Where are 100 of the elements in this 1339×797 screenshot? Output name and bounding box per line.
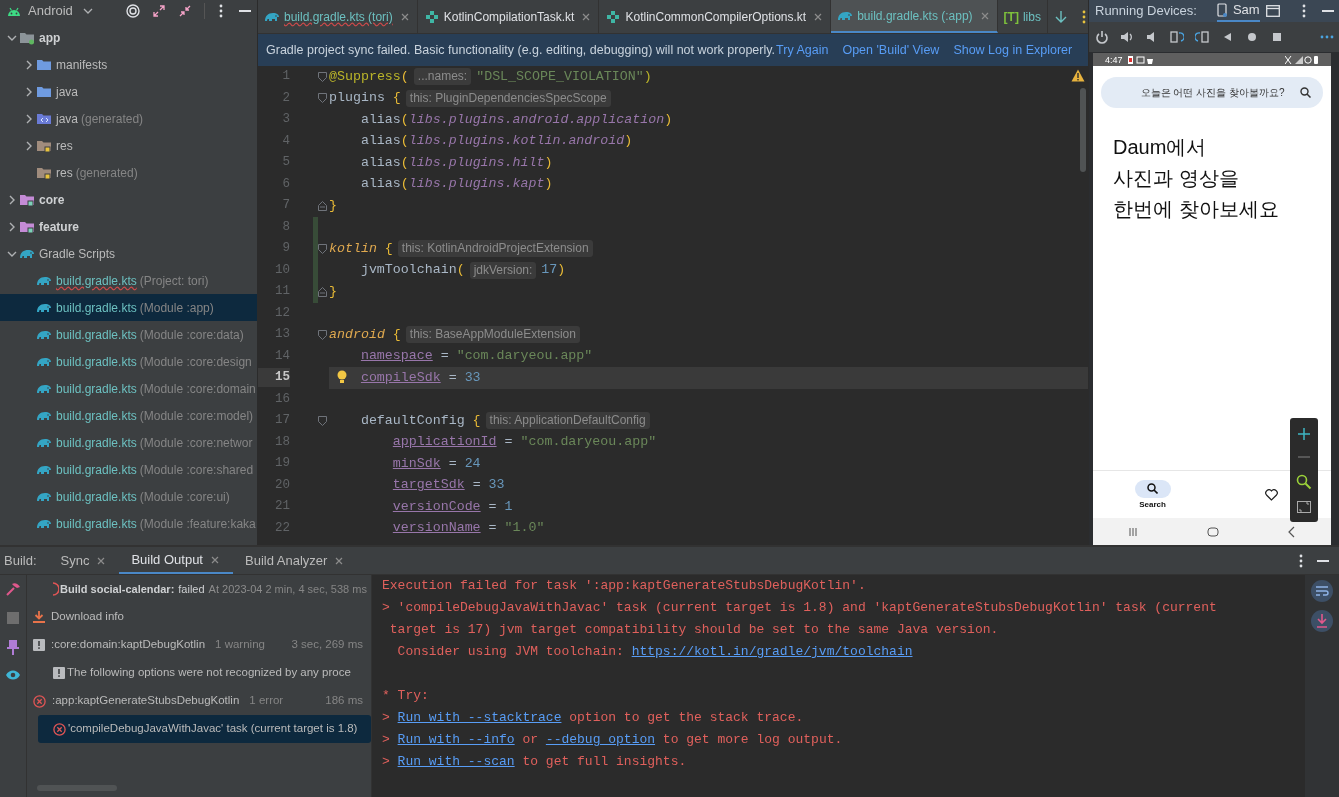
console-link[interactable]: Run with --stacktrace (397, 707, 562, 729)
tree-item[interactable]: build.gradle.kts (Module :core:design (0, 348, 257, 375)
console-text: or (522, 731, 539, 749)
console-text: > 'compileDebugJavaWithJavac' task (current target is 1.8) and 'kaptGenerateStubsDebugKotlin' task (current (382, 599, 1217, 617)
nav-item[interactable]: Search (1093, 479, 1212, 510)
code-line: alias(libs.plugins.hilt) (359, 153, 554, 172)
console-text: to get more log output. (662, 731, 843, 749)
code-line: applicationId = "com.daryeou.app" (391, 433, 658, 452)
item-label: The following options were not recognized by any proce (67, 665, 351, 681)
line-number: 11 (274, 283, 290, 301)
code-line: minSdk = 24 (391, 454, 482, 473)
console-text: Execution failed for task ':app:kaptGenerateStubsDebugKotlin'. (382, 577, 866, 595)
line-number: 6 (281, 175, 290, 193)
line-number: 8 (281, 218, 290, 236)
banner-link[interactable]: Open 'Build' View (842, 40, 940, 60)
line-number: 3 (281, 111, 290, 129)
tree-item[interactable]: build.gradle.kts (Module :core:model) (0, 402, 257, 429)
item-label: build.gradle.kts (56, 434, 137, 452)
code-line: plugins { this: PluginDependenciesSpecScope (329, 87, 1088, 109)
tree-item[interactable]: build.gradle.kts (Module :app) (0, 294, 257, 321)
line-number: 16 (274, 390, 290, 408)
console-text: to get full insights. (522, 753, 687, 771)
line-number: 4 (281, 132, 290, 150)
build-status: failed (178, 581, 205, 597)
tool-tab[interactable]: Build Analyzer (233, 547, 358, 574)
duration: 3 sec, 269 ms (290, 637, 363, 653)
editor-tab[interactable]: build.gradle.kts (:app) (831, 0, 998, 33)
headline-text: Daum에서 (1113, 135, 1208, 160)
build-tree-item[interactable]: 'compileDebugJavaWithJavac' task (current target is 1.8) (38, 715, 371, 743)
line-number: 19 (274, 455, 290, 473)
build-tree-item[interactable]: The following options were not recognized by any proce (27, 659, 371, 687)
item-label: :core:domain:kaptDebugKotlin (51, 637, 206, 653)
tree-item[interactable]: res (0, 132, 257, 159)
tree-item[interactable]: build.gradle.kts (Module :core:data) (0, 321, 257, 348)
tree-item[interactable]: java (0, 78, 257, 105)
item-label: feature (39, 218, 79, 236)
code-line: kotlin { this: KotlinAndroidProjectExtension (329, 238, 1088, 260)
banner-link[interactable]: Show Log in Explorer (953, 40, 1073, 60)
headline-text: 사진과 영상을 (1113, 166, 1240, 191)
banner-link[interactable]: Try Again (776, 40, 829, 60)
line-number: 10 (274, 261, 290, 279)
build-tree-item[interactable]: Build social-calendar: failed At 2023-04 2 min, 4 sec, 538 ms (27, 575, 371, 603)
tree-item[interactable]: app (0, 24, 257, 51)
search-field[interactable]: 오늘은 어떤 사진을 찾아볼까요? (1101, 77, 1323, 108)
view-dropdown[interactable]: Android (28, 1, 93, 21)
item-label: build.gradle.kts (56, 407, 137, 425)
console-text: option to get the stack trace. (569, 709, 804, 727)
build-tree-item[interactable]: Download info (27, 603, 371, 631)
code-line: android { this: BaseAppModuleExtension (329, 324, 1088, 346)
item-note: 1 warning (215, 637, 265, 653)
status-time: 4:47 (1105, 54, 1123, 65)
item-label: Download info (51, 609, 124, 625)
item-label: build.gradle.kts (56, 353, 137, 371)
tree-item[interactable]: feature (0, 213, 257, 240)
console-link[interactable]: Run with --scan (397, 751, 515, 773)
console-text: * Try: (382, 687, 429, 705)
editor-tab[interactable]: [T] libs (997, 0, 1048, 33)
tree-item[interactable]: res (generated) (0, 159, 257, 186)
console-link[interactable]: https://kotl.in/gradle/jvm/toolchain (631, 641, 913, 663)
tree-item[interactable]: Gradle Scripts (0, 240, 257, 267)
duration: 2 min, 4 sec, 538 ms (265, 581, 367, 597)
tree-item[interactable]: build.gradle.kts (Module :core:domain (0, 375, 257, 402)
console-link[interactable]: --debug option (545, 729, 656, 751)
tree-item[interactable]: build.gradle.kts (Module :core:ui) (0, 483, 257, 510)
tool-tab[interactable]: Sync (48, 547, 120, 574)
build-tree-item[interactable]: :core:domain:kaptDebugKotlin 1 warning 3 sec, 269 ms (27, 631, 371, 659)
file-type-label: [T] (1003, 8, 1019, 26)
build-tree-item[interactable]: :app:kaptGenerateStubsDebugKotlin 1 error 186 ms (27, 687, 371, 715)
tree-item[interactable]: build.gradle.kts (Module :feature:kaka (0, 510, 257, 537)
item-note: (Module :core:model) (139, 407, 254, 425)
item-label: build.gradle.kts (56, 272, 137, 290)
duration: 186 ms (324, 693, 363, 709)
line-number: 5 (281, 154, 290, 172)
editor-tab[interactable]: KotlinCompilationTask.kt (417, 0, 600, 33)
tree-item[interactable]: build.gradle.kts (Project: tori) (0, 267, 257, 294)
banner-message: Gradle project sync failed. Basic functionality (e.g. editing, debugging) will not work properly. (266, 41, 776, 59)
code-line: } (329, 282, 338, 301)
code-line: alias(libs.plugins.kotlin.android) (359, 132, 634, 151)
tree-item[interactable]: build.gradle.kts (Module :core:networ (0, 429, 257, 456)
headline-text: 한번에 찾아보세요 (1113, 197, 1280, 222)
tree-item[interactable]: java (generated) (0, 105, 257, 132)
item-label: 'compileDebugJavaWithJavac' task (current target is 1.8) (68, 721, 358, 737)
item-note: (generated) (81, 110, 144, 128)
code-line: namespace = "com.daryeou.app" (359, 347, 594, 366)
code-line: versionName = "1.0" (391, 519, 546, 538)
code-line: defaultConfig { this: ApplicationDefaultConfig (329, 410, 1088, 432)
item-label: :app:kaptGenerateStubsDebugKotlin (52, 693, 240, 709)
tree-item[interactable]: build.gradle.kts (Module :core:shared (0, 456, 257, 483)
editor-tab[interactable]: build.gradle.kts (tori) (258, 0, 418, 33)
console-link[interactable]: Run with --info (397, 729, 515, 751)
item-note: (Module :core:shared (139, 461, 254, 479)
console-text: Consider using JVM toolchain: (397, 643, 624, 661)
code-line: targetSdk = 33 (391, 476, 506, 495)
item-label: build.gradle.kts (56, 515, 137, 533)
line-number: 22 (274, 519, 290, 537)
item-label: manifests (56, 56, 108, 74)
tree-item[interactable]: manifests (0, 51, 257, 78)
line-number: 13 (274, 326, 290, 344)
console-text: > (382, 731, 390, 749)
tree-item[interactable]: core (0, 186, 257, 213)
